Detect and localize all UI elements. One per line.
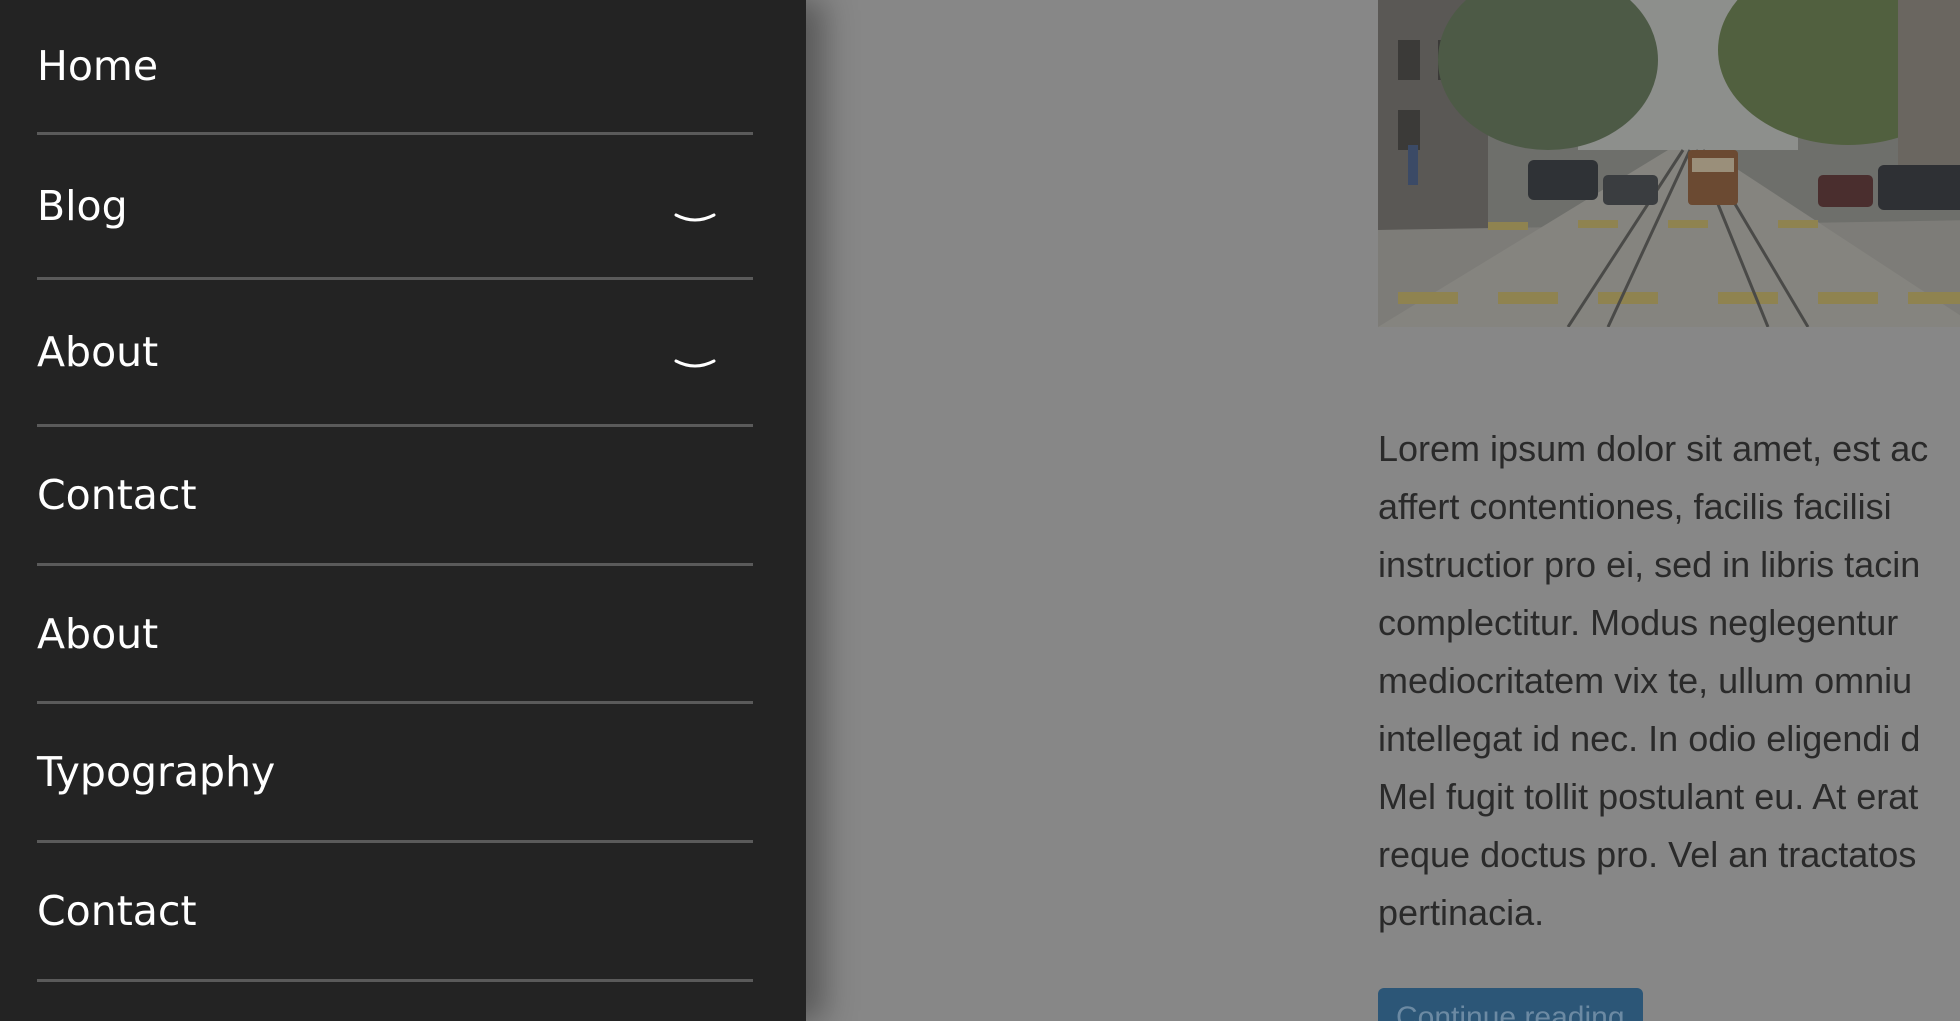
menu-item-label: Blog [37,182,128,230]
menu-item-about-secondary[interactable]: About [37,566,753,704]
menu-item-blog[interactable]: Blog [37,135,753,280]
page: Lorem ipsum dolor sit amet, est ac affer… [0,0,1960,1021]
post-excerpt: Lorem ipsum dolor sit amet, est ac affer… [1378,428,1929,933]
post-featured-image[interactable] [1378,0,1960,327]
menu-item-typography[interactable]: Typography [37,704,753,843]
chevron-down-icon[interactable] [673,209,717,229]
menu-item-label: Typography [37,748,276,796]
drawer-menu-list: Home Blog About Contact About Typography… [37,0,753,982]
menu-item-contact[interactable]: Contact [37,427,753,566]
menu-item-label: Home [37,42,159,90]
menu-item-label: Contact [37,887,197,935]
offcanvas-menu: Home Blog About Contact About Typography… [0,0,806,1021]
chevron-down-icon[interactable] [673,355,717,375]
menu-item-label: About [37,609,159,658]
continue-reading-button[interactable]: Continue reading [1378,988,1643,1021]
menu-item-label: About [37,328,159,376]
menu-item-home[interactable]: Home [37,0,753,135]
menu-item-label: Contact [37,471,197,519]
menu-item-contact-secondary[interactable]: Contact [37,843,753,982]
menu-item-about[interactable]: About [37,280,753,427]
main-content: Lorem ipsum dolor sit amet, est ac affer… [1378,0,1960,1021]
street-photo-illustration [1378,0,1960,327]
